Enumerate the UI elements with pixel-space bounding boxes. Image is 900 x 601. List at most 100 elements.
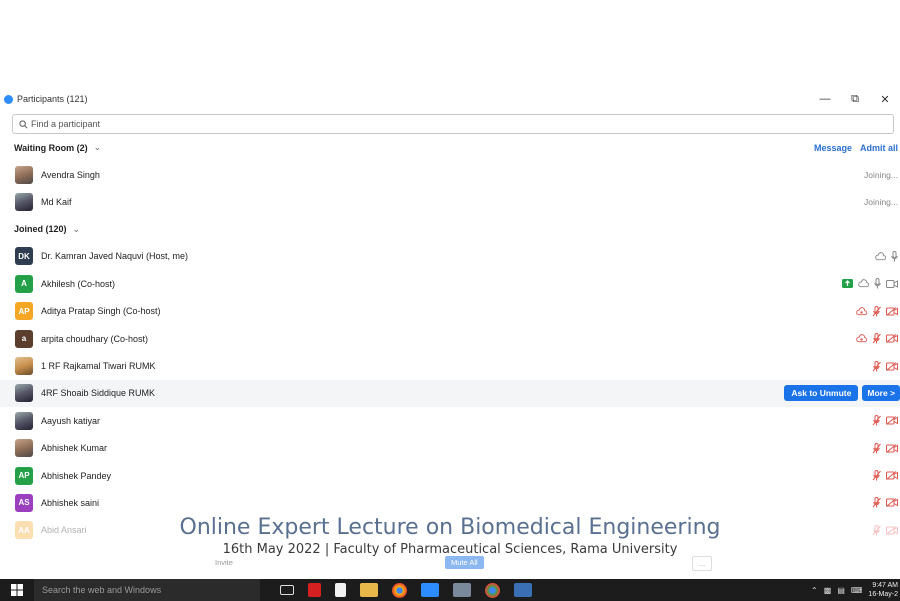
- chevron-down-icon[interactable]: ⌄: [94, 142, 102, 153]
- joining-status: Joining...: [863, 197, 898, 208]
- video-off-icon: [886, 416, 898, 426]
- network-icon[interactable]: ▩: [824, 586, 832, 595]
- participant-name: 4RF Shoaib Siddique RUMK: [41, 388, 156, 399]
- avatar: DK: [15, 247, 33, 266]
- start-button[interactable]: [0, 579, 34, 601]
- joining-status: Joining...: [863, 169, 898, 180]
- more-options-button[interactable]: ...: [692, 556, 713, 571]
- acrobat-icon[interactable]: [308, 583, 321, 597]
- cloud-icon: [858, 279, 869, 288]
- participant-row[interactable]: Abhishek Kumar: [0, 435, 900, 462]
- participant-row[interactable]: a arpita choudhary (Co-host): [0, 325, 900, 352]
- waiting-room-header[interactable]: Waiting Room (2) ⌄ Message Admit all: [0, 134, 900, 161]
- cloud-record-icon: [856, 334, 867, 343]
- participant-row[interactable]: 1 RF Rajkamal Tiwari RUMK: [0, 352, 900, 379]
- taskbar-search-input[interactable]: Search the web and Windows: [34, 579, 260, 601]
- video-camera-icon: [886, 279, 898, 288]
- participants-window: Participants (121) — ⧉ ✕ Find a particip…: [0, 88, 900, 579]
- search-placeholder: Find a participant: [31, 119, 101, 129]
- participant-name: Avendra Singh: [41, 169, 100, 180]
- participant-row[interactable]: AS Abhishek saini: [0, 489, 900, 516]
- lecture-subtitle-overlay: 16th May 2022 | Faculty of Pharmaceutica…: [222, 542, 678, 557]
- microphone-muted-icon: [872, 470, 881, 481]
- zoom-logo-icon: [4, 94, 13, 104]
- system-tray: ⌃ ▩ ▤ ⌨ 9:47 AM 16-May-2: [811, 581, 900, 599]
- top-blank-area: [0, 0, 900, 88]
- calendar-app-icon[interactable]: [514, 583, 532, 597]
- notification-icon[interactable]: ▤: [837, 586, 845, 595]
- avatar: [15, 439, 33, 458]
- ask-to-unmute-button[interactable]: Ask to Unmute: [784, 385, 859, 402]
- avatar: [15, 411, 33, 430]
- participant-name: arpita choudhary (Co-host): [41, 333, 149, 344]
- invite-button[interactable]: Invite: [209, 556, 239, 569]
- participant-row[interactable]: DK Dr. Kamran Javed Naquvi (Host, me): [0, 243, 900, 270]
- cloud-record-icon: [856, 306, 867, 315]
- popout-button[interactable]: ⧉: [840, 93, 870, 106]
- video-off-icon: [886, 334, 898, 344]
- video-off-icon: [886, 361, 898, 371]
- avatar: AS: [15, 493, 33, 512]
- waiting-list-item[interactable]: Avendra Singh Joining...: [0, 161, 900, 188]
- avatar: [15, 165, 33, 184]
- task-view-icon[interactable]: [280, 585, 294, 595]
- joined-header[interactable]: Joined (120) ⌄: [0, 216, 900, 243]
- lecture-title-overlay: Online Expert Lecture on Biomedical Engi…: [179, 515, 721, 540]
- microphone-muted-icon: [872, 360, 881, 372]
- video-off-icon: [886, 498, 898, 508]
- mute-all-button[interactable]: Mute All: [445, 556, 484, 569]
- chrome-icon[interactable]: [392, 582, 407, 598]
- close-button[interactable]: ✕: [870, 93, 900, 106]
- cloud-icon: [875, 252, 886, 261]
- network-app-icon[interactable]: [453, 583, 471, 597]
- window-title: Participants (121): [17, 94, 88, 104]
- avatar: [15, 193, 33, 212]
- zoom-app-icon[interactable]: [421, 583, 439, 597]
- clock[interactable]: 9:47 AM 16-May-2: [868, 581, 898, 599]
- participant-name: Abhishek Pandey: [41, 470, 112, 481]
- participant-name: Abhishek saini: [41, 497, 100, 508]
- chevron-up-icon[interactable]: ⌃: [811, 586, 818, 595]
- microphone-muted-icon: [872, 415, 881, 426]
- search-input[interactable]: Find a participant: [12, 114, 894, 134]
- microphone-muted-icon: [872, 305, 881, 317]
- participant-row[interactable]: A Akhilesh (Co-host): [0, 270, 900, 297]
- avatar: [15, 384, 33, 403]
- microphone-muted-icon: [872, 333, 881, 344]
- windows-logo-icon: [11, 584, 23, 596]
- participant-row[interactable]: 4RF Shoaib Siddique RUMK Ask to Unmute M…: [0, 379, 900, 408]
- participant-row[interactable]: Aayush katiyar: [0, 407, 900, 434]
- participant-name: Aayush katiyar: [41, 415, 101, 426]
- participant-name: Md Kaif: [41, 197, 72, 208]
- avatar: AP: [15, 302, 33, 321]
- share-screen-icon: [842, 279, 853, 289]
- video-off-icon: [886, 443, 898, 453]
- waiting-room-label: Waiting Room (2): [14, 142, 88, 153]
- document-icon[interactable]: [335, 583, 346, 597]
- participant-name: Akhilesh (Co-host): [41, 278, 116, 289]
- keyboard-icon[interactable]: ⌨: [851, 586, 863, 595]
- video-off-icon: [886, 306, 898, 316]
- joined-label: Joined (120): [14, 224, 67, 235]
- message-button[interactable]: Message: [814, 143, 852, 153]
- windows-taskbar: Search the web and Windows ⌃ ▩ ▤ ⌨ 9:47 …: [0, 579, 900, 601]
- admit-all-button[interactable]: Admit all: [860, 143, 898, 153]
- avatar: AP: [15, 466, 33, 485]
- microphone-icon: [891, 250, 898, 262]
- chevron-down-icon[interactable]: ⌄: [73, 224, 81, 235]
- minimize-button[interactable]: —: [810, 93, 840, 105]
- waiting-list-item[interactable]: Md Kaif Joining...: [0, 188, 900, 215]
- participant-row[interactable]: AP Aditya Pratap Singh (Co-host): [0, 298, 900, 325]
- file-explorer-icon[interactable]: [360, 583, 378, 597]
- avatar: A: [15, 274, 33, 293]
- browser-icon[interactable]: [485, 582, 500, 598]
- avatar: a: [15, 329, 33, 348]
- search-icon: [19, 119, 28, 128]
- participant-row[interactable]: AP Abhishek Pandey: [0, 462, 900, 489]
- microphone-icon: [874, 278, 881, 289]
- video-off-icon: [886, 471, 898, 480]
- more-button[interactable]: More >: [862, 385, 900, 402]
- title-bar: Participants (121) — ⧉ ✕: [0, 88, 900, 110]
- participant-name: Aditya Pratap Singh (Co-host): [41, 306, 161, 317]
- clock-date: 16-May-2: [868, 591, 898, 598]
